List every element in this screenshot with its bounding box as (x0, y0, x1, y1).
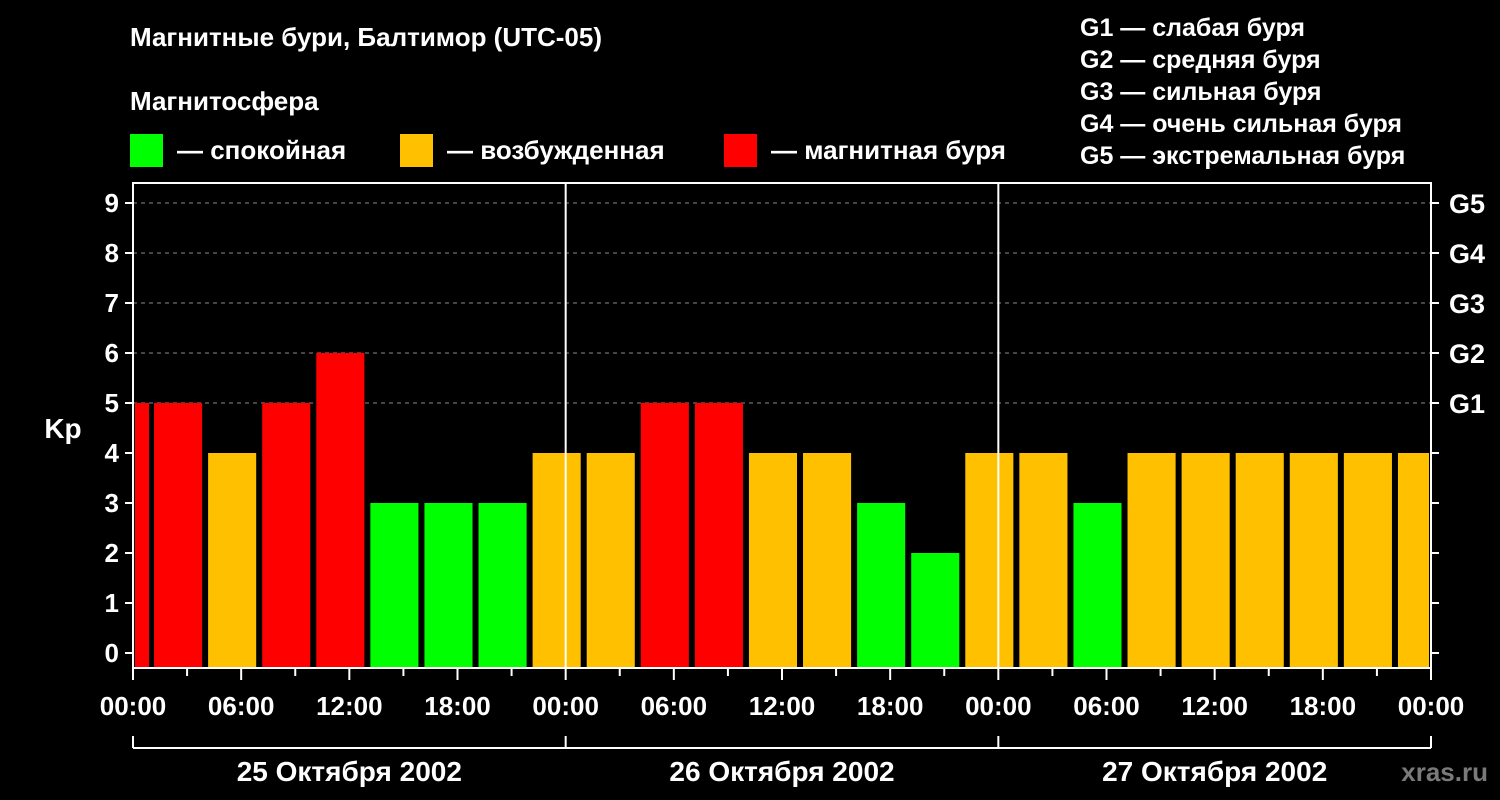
kp-bar-5 (370, 503, 419, 668)
kp-bar-20 (1181, 453, 1230, 668)
watermark: xras.ru (1401, 757, 1488, 787)
y-tick-label: 5 (105, 388, 119, 418)
kp-bar-21 (1235, 453, 1284, 668)
y-tick-label: 7 (105, 288, 119, 318)
x-tick-label: 00:00 (532, 691, 599, 721)
kp-bar-2 (208, 453, 257, 668)
y-axis-label: Kp (44, 413, 81, 444)
g-scale-label: G5 (1449, 189, 1485, 219)
y-tick-label: 4 (105, 438, 120, 468)
x-tick-label: 18:00 (857, 691, 924, 721)
kp-bar-15 (911, 553, 960, 668)
y-tick-label: 2 (105, 538, 119, 568)
g-scale-label: G2 (1449, 339, 1485, 369)
x-tick-label: 12:00 (749, 691, 816, 721)
kp-bar-18 (1073, 503, 1122, 668)
x-tick-label: 00:00 (1398, 691, 1465, 721)
g-scale-label: G3 (1449, 289, 1485, 319)
y-tick-label: 6 (105, 338, 119, 368)
g-scale-label: G1 (1449, 389, 1485, 419)
x-tick-label: 06:00 (208, 691, 275, 721)
g-scale-label: G4 (1449, 239, 1485, 269)
kp-bar-7 (478, 503, 527, 668)
kp-bar-19 (1127, 453, 1176, 668)
kp-bar-14 (857, 503, 906, 668)
kp-bar-9 (586, 453, 635, 668)
kp-chart: 0 1 2 3 4 5 6 7 8 9 Kp G1 G2 G3 G4 G5 00:00 06:00 12:00 18:… (44, 182, 1485, 787)
y-tick-label: 9 (105, 188, 119, 218)
kp-bar-13 (803, 453, 852, 668)
kp-bar-23 (1343, 453, 1392, 668)
x-tick-label: 12:00 (1181, 691, 1248, 721)
day-label: 25 Октября 2002 (237, 756, 462, 787)
kp-bar-11 (694, 403, 743, 668)
kp-bar-12 (748, 453, 798, 668)
kp-bar-6 (424, 503, 473, 668)
kp-bar-22 (1289, 453, 1338, 668)
x-tick-label: 00:00 (100, 691, 167, 721)
x-tick-label: 18:00 (1290, 691, 1357, 721)
kp-bar-3 (262, 403, 311, 668)
x-tick-label: 12:00 (316, 691, 383, 721)
kp-bar-10 (640, 403, 689, 668)
y-tick-label: 8 (105, 238, 119, 268)
y-tick-label: 0 (105, 638, 119, 668)
kp-bar-1 (154, 403, 203, 668)
x-tick-label: 06:00 (1073, 691, 1140, 721)
x-tick-label: 00:00 (965, 691, 1032, 721)
day-label: 27 Октября 2002 (1102, 756, 1327, 787)
kp-bar-24 (1397, 453, 1429, 668)
day-label: 26 Октября 2002 (669, 756, 894, 787)
y-tick-label: 1 (105, 588, 119, 618)
x-tick-label: 18:00 (424, 691, 491, 721)
y-tick-label: 3 (105, 488, 119, 518)
kp-bar-17 (1019, 453, 1068, 668)
kp-bar-16 (965, 453, 1014, 668)
kp-bar-4 (316, 353, 365, 668)
kp-bar-8 (532, 453, 581, 668)
kp-bar-0 (135, 403, 150, 668)
x-tick-label: 06:00 (641, 691, 708, 721)
